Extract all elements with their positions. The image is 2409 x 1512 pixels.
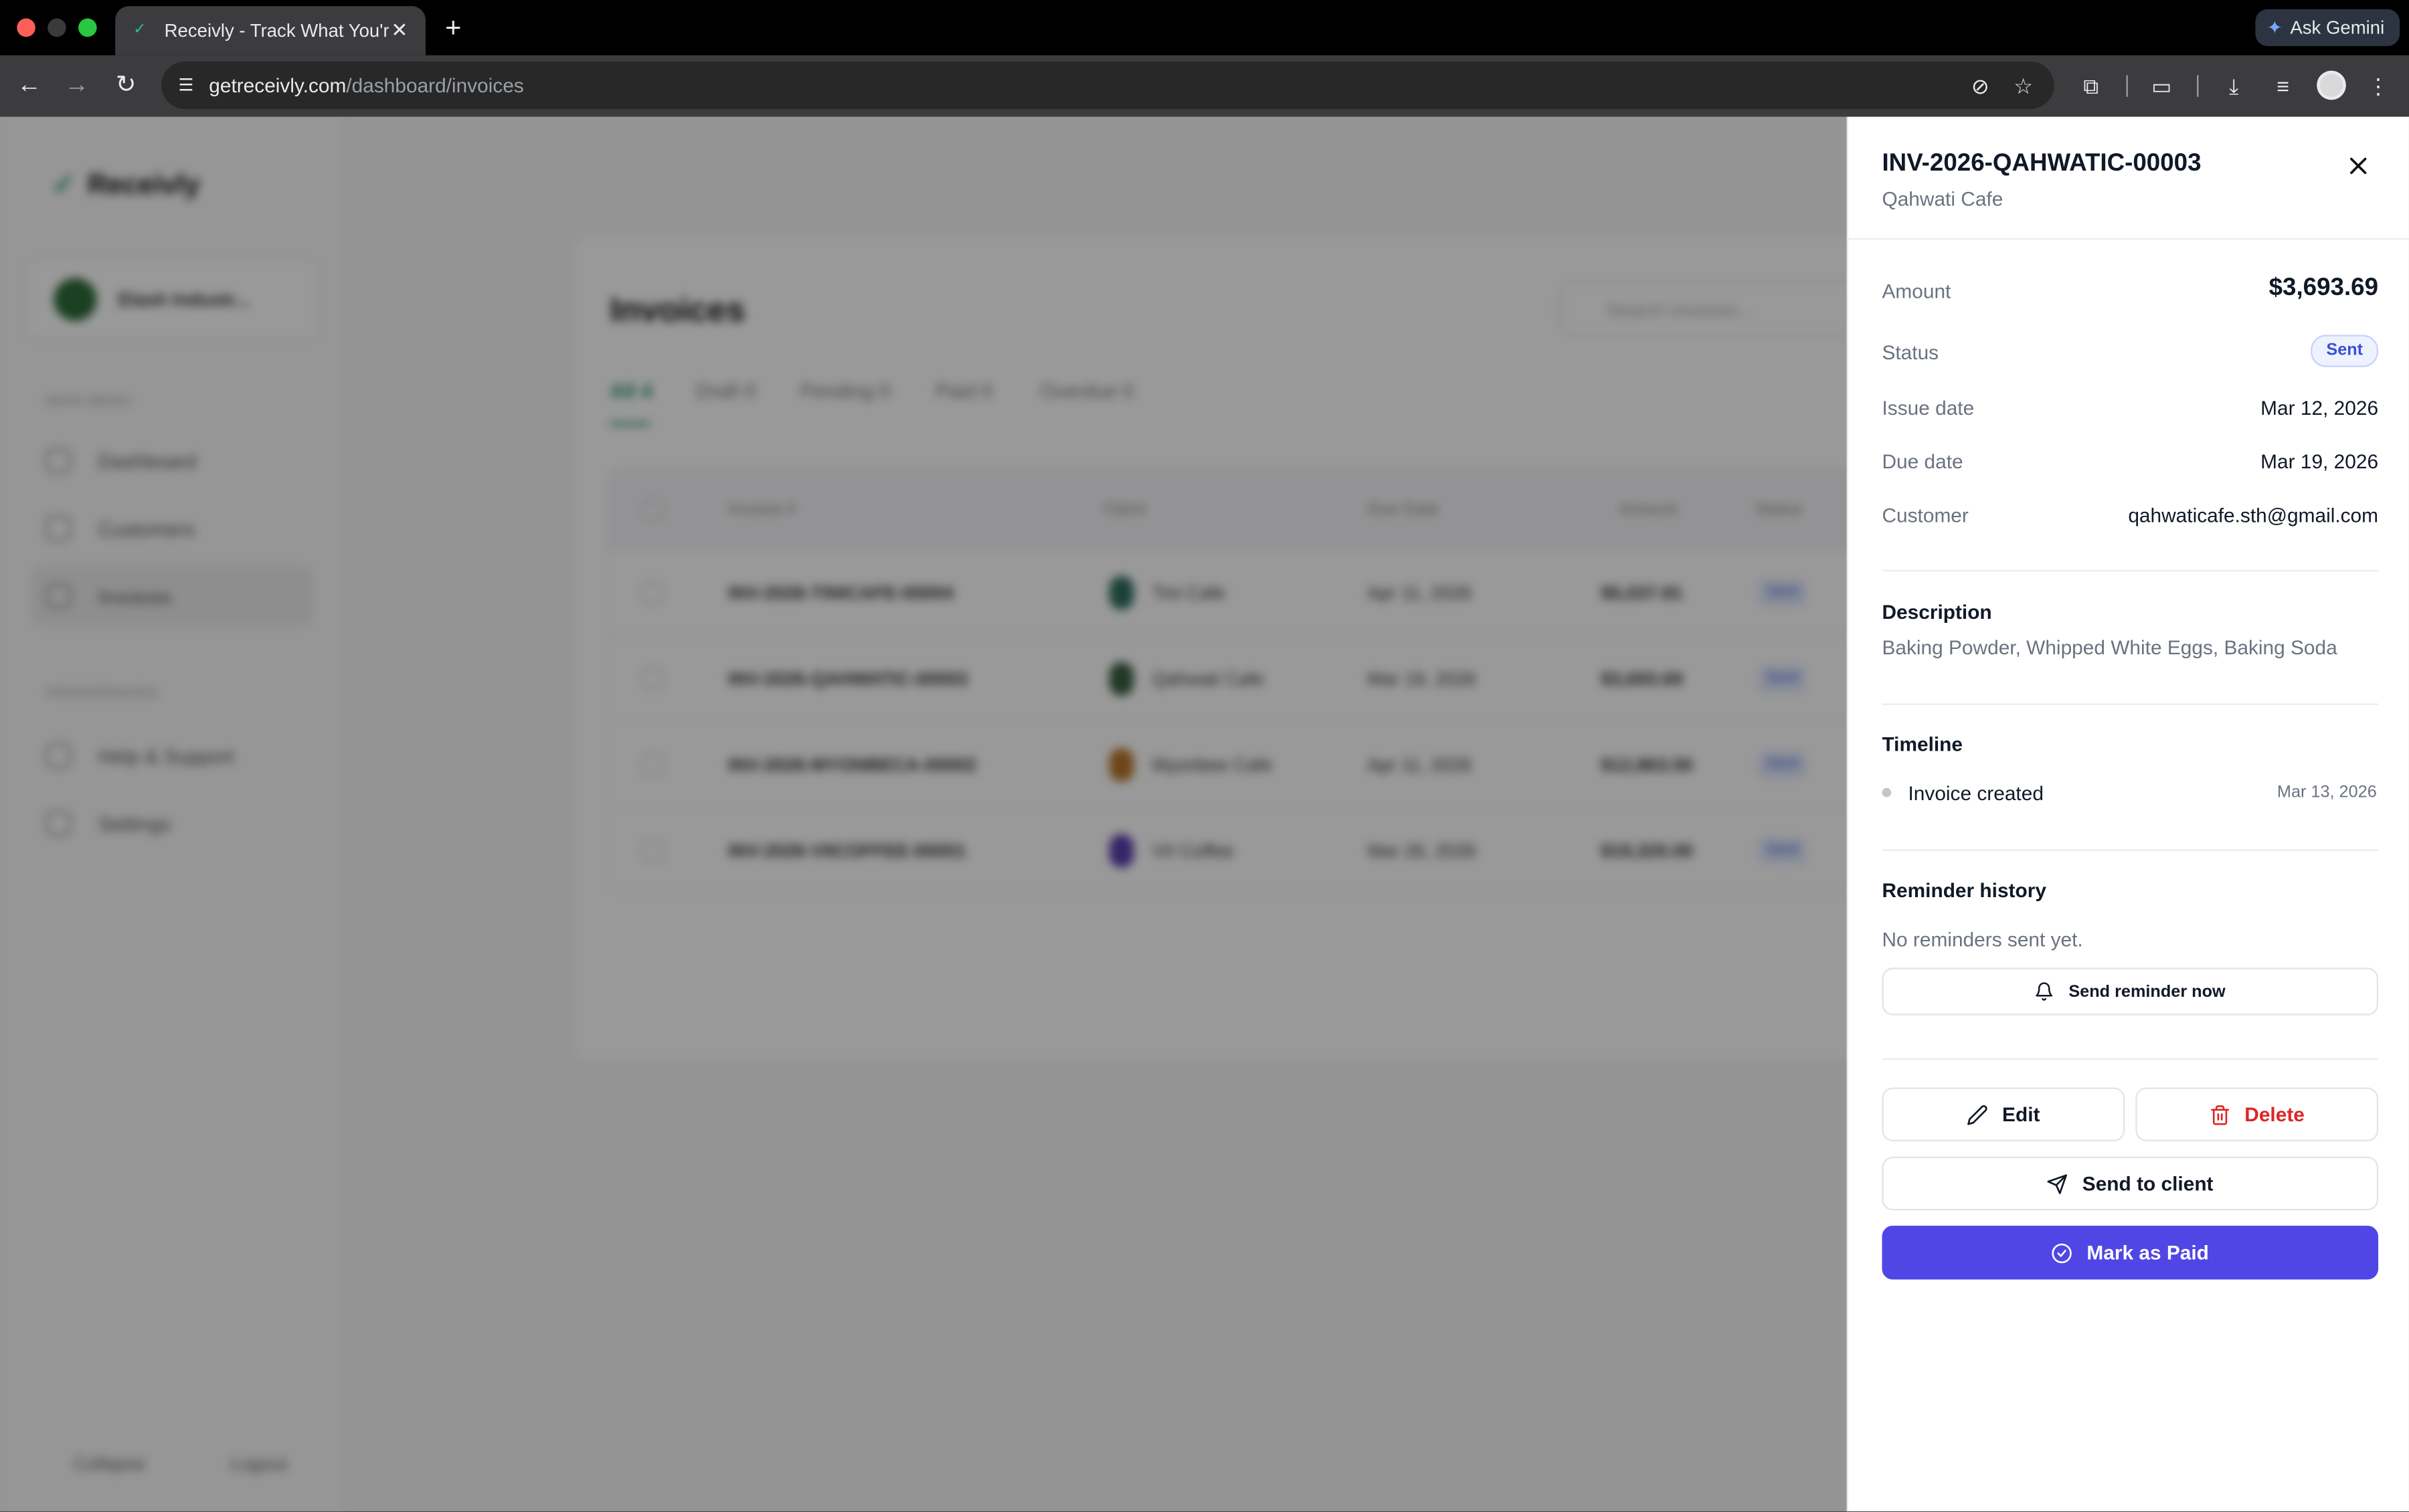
invoice-detail-drawer: INV-2026-QAHWATIC-00003 Qahwati Cafe Amo… — [1846, 116, 2409, 1512]
drawer-header: INV-2026-QAHWATIC-00003 Qahwati Cafe — [1848, 116, 2409, 240]
download-icon[interactable]: ⤓ — [2217, 69, 2251, 103]
site-settings-icon[interactable]: ☰ — [173, 73, 198, 98]
eye-slash-icon[interactable]: ⊘ — [1963, 69, 1997, 103]
divider — [1882, 569, 2379, 572]
divider — [1882, 849, 2379, 851]
tab-close-icon[interactable]: ✕ — [389, 19, 410, 41]
delete-button[interactable]: Delete — [2135, 1087, 2379, 1141]
browser-tab-bar: ✓ Receivly - Track What You're ✕ + ✦ Ask… — [0, 0, 2409, 56]
bookmark-star-icon[interactable]: ☆ — [2006, 69, 2040, 103]
close-drawer-button[interactable] — [2341, 149, 2376, 183]
send-to-client-label: Send to client — [2082, 1171, 2214, 1196]
edit-button[interactable]: Edit — [1882, 1087, 2125, 1141]
forward-button[interactable]: → — [60, 69, 94, 103]
issue-date-label: Issue date — [1882, 396, 1975, 419]
maximize-window-button[interactable] — [78, 18, 97, 37]
divider — [1882, 1058, 2379, 1060]
receivly-favicon-icon: ✓ — [133, 21, 147, 39]
timeline-title: Timeline — [1882, 733, 1963, 756]
edit-label: Edit — [2002, 1103, 2040, 1126]
close-icon — [2350, 157, 2367, 175]
send-reminder-button[interactable]: Send reminder now — [1882, 967, 2379, 1016]
mark-as-paid-button[interactable]: Mark as Paid — [1882, 1226, 2379, 1280]
customer-label: Customer — [1882, 504, 1969, 527]
ask-gemini-label: Ask Gemini — [2290, 17, 2385, 39]
customer-email: qahwaticafe.sth@gmail.com — [2128, 504, 2379, 527]
toolbar-separator — [2126, 75, 2128, 97]
due-date-value: Mar 19, 2026 — [2260, 450, 2379, 474]
amount-value: $3,693.69 — [2268, 274, 2379, 301]
reload-button[interactable]: ↻ — [109, 69, 143, 103]
description-title: Description — [1882, 600, 1992, 624]
minimize-window-button[interactable] — [48, 18, 66, 37]
invoice-client-subtitle: Qahwati Cafe — [1882, 187, 2003, 211]
gemini-sparkle-icon: ✦ — [2266, 17, 2283, 39]
reading-list-icon[interactable]: ≡ — [2266, 69, 2300, 103]
bell-icon — [2035, 981, 2055, 1002]
pencil-icon — [1967, 1104, 1988, 1125]
status-badge: Sent — [2311, 335, 2379, 367]
browser-tab[interactable]: ✓ Receivly - Track What You're ✕ — [115, 6, 426, 56]
toolbar-separator — [2197, 75, 2199, 97]
status-row: Status Sent — [1882, 335, 2379, 369]
customer-row: Customer qahwaticafe.sth@gmail.com — [1882, 500, 2378, 531]
close-window-button[interactable] — [17, 18, 35, 37]
browser-toolbar: ← → ↻ ☰ getreceivly.com/dashboard/invoic… — [0, 55, 2409, 117]
reminder-empty-text: No reminders sent yet. — [1882, 927, 2083, 951]
timeline-dot — [1882, 787, 1892, 797]
amount-label: Amount — [1882, 279, 1951, 303]
check-circle-icon — [2052, 1242, 2073, 1263]
due-date-label: Due date — [1882, 450, 1963, 474]
viewport: ✓ Receivly - Track What You're ✕ + ✦ Ask… — [0, 0, 2409, 1512]
description-text: Baking Powder, Whipped White Eggs, Bakin… — [1882, 636, 2337, 659]
tab-title: Receivly - Track What You're — [164, 19, 389, 41]
status-label: Status — [1882, 341, 1939, 365]
delete-label: Delete — [2244, 1103, 2305, 1126]
address-bar[interactable]: ☰ getreceivly.com/dashboard/invoices — [161, 61, 2054, 110]
back-button[interactable]: ← — [12, 69, 46, 103]
modal-backdrop[interactable] — [0, 116, 1847, 1512]
issue-date-value: Mar 12, 2026 — [2260, 396, 2379, 419]
send-icon — [2047, 1173, 2068, 1194]
mark-as-paid-label: Mark as Paid — [2086, 1241, 2209, 1264]
background-app: ✓ Receivly Elash Industr... MAIN MENU Das… — [0, 116, 1847, 1512]
timeline-date: Mar 13, 2026 — [2277, 783, 2377, 802]
tab-search-icon[interactable]: ▭ — [2145, 69, 2179, 103]
send-to-client-button[interactable]: Send to client — [1882, 1156, 2379, 1211]
ask-gemini-button[interactable]: ✦ Ask Gemini — [2254, 9, 2400, 46]
due-date-row: Due date Mar 19, 2026 — [1882, 447, 2378, 478]
url-host: getreceivly.com — [209, 74, 347, 97]
divider — [1882, 703, 2379, 705]
amount-row: Amount $3,693.69 — [1882, 274, 2379, 307]
browser-menu-icon[interactable]: ⋮ — [2361, 69, 2396, 103]
reminder-history-title: Reminder history — [1882, 878, 2046, 902]
url-path: /dashboard/invoices — [346, 74, 524, 97]
extensions-icon[interactable]: ⧉ — [2074, 69, 2108, 103]
timeline-event: Invoice created — [1908, 781, 2044, 806]
new-tab-button[interactable]: + — [440, 12, 467, 43]
invoice-number-title: INV-2026-QAHWATIC-00003 — [1882, 150, 2202, 177]
send-reminder-label: Send reminder now — [2068, 982, 2226, 1001]
trash-icon — [2209, 1104, 2230, 1125]
issue-date-row: Issue date Mar 12, 2026 — [1882, 393, 2378, 424]
profile-avatar[interactable] — [2317, 70, 2346, 100]
